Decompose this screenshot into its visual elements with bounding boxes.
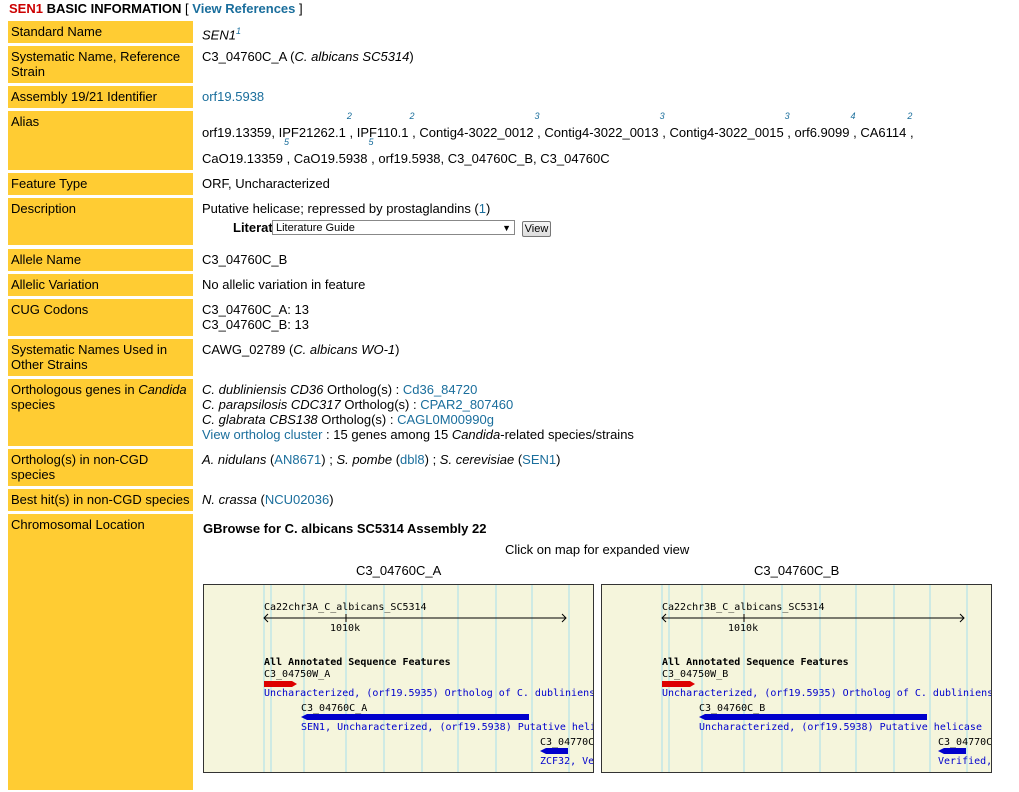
description-ref-link[interactable]: 1 [479, 201, 486, 216]
expand-hint: Click on map for expanded view [505, 542, 690, 557]
feature-desc: SEN1, Uncharacterized, (orf19.5938) Puta… [301, 722, 594, 733]
label-standard-name: Standard Name [8, 21, 193, 43]
alias-item: CaO19.13359 5 [202, 137, 289, 166]
alias-item: IPF110.1 2 [356, 111, 415, 140]
label-non-cgd-orthologs: Ortholog(s) in non-CGD species [8, 449, 193, 486]
view-ortholog-cluster-link[interactable]: View ortholog cluster [202, 427, 322, 442]
ortholog-item: C. dubliniensis CD36 Ortholog(s) : Cd36_… [202, 382, 478, 397]
ortholog-link[interactable]: SEN1 [522, 452, 556, 467]
value-cug-codons-a: C3_04760C_A: 13 [202, 302, 309, 317]
feature-name: C3_04770C [938, 737, 992, 748]
alias-item: Contig4-3022_0012 3 [419, 111, 540, 140]
alias-ref-link[interactable]: 5 [369, 137, 374, 147]
best-hit-link[interactable]: NCU02036 [265, 492, 329, 507]
ortholog-item: C. glabrata CBS138 Ortholog(s) : CAGL0M0… [202, 412, 494, 427]
label-other-strains: Systematic Names Used in Other Strains [8, 339, 193, 376]
feature-bar-blue[interactable] [540, 748, 568, 754]
chromosome-label: Ca22chr3A_C_albicans_SC5314 [264, 602, 427, 613]
alias-item: Contig4-3022_0013 3 [544, 111, 665, 140]
page-title: SEN1 BASIC INFORMATION [ View References… [9, 1, 303, 16]
assembly-id-link[interactable]: orf19.5938 [202, 89, 264, 104]
alias-ref-link[interactable]: 2 [907, 111, 912, 121]
feature-desc: Uncharacterized, (orf19.5935) Ortholog o… [264, 688, 594, 699]
value-description: Putative helicase; repressed by prostagl… [202, 201, 491, 216]
alias-item: orf6.9099 4 [794, 111, 856, 140]
panel-a-caption: C3_04760C_A [356, 563, 442, 578]
panel-b-caption: C3_04760C_B [754, 563, 840, 578]
alias-line-2: CaO19.13359 5 , CaO19.5938 5 , orf19.5938,… [202, 137, 610, 166]
feature-name: C3_04750W_A [264, 669, 330, 680]
value-allelic-variation: No allelic variation in feature [202, 277, 366, 292]
section-title: BASIC INFORMATION [46, 1, 182, 16]
alias-ref-link[interactable]: 2 [409, 111, 414, 121]
scale-label: 1010k [728, 623, 758, 634]
feature-bar-blue[interactable] [301, 714, 529, 720]
feature-name: C3_04760C_B [699, 703, 765, 714]
track-title: All Annotated Sequence Features [264, 657, 451, 668]
alias-item: orf19.5938, C3_04760C_B, C3_04760C [378, 151, 610, 166]
ortholog-item: C. parapsilosis CDC317 Ortholog(s) : CPA… [202, 397, 514, 412]
alias-item: CA6114 2 [860, 111, 913, 140]
feature-name: C3_04750W_B [662, 669, 728, 680]
value-non-cgd-orthologs: A. nidulans (AN8671) ; S. pombe (dbl8) ;… [202, 452, 561, 467]
scale-label: 1010k [330, 623, 360, 634]
alias-ref-link[interactable]: 3 [785, 111, 790, 121]
literature-select[interactable]: Literature Guide ▼ [272, 220, 515, 235]
chromosome-label: Ca22chr3B_C_albicans_SC5314 [662, 602, 825, 613]
label-assembly-id: Assembly 19/21 Identifier [8, 86, 193, 108]
feature-name: C3_04770C [540, 737, 594, 748]
feature-bar-red[interactable] [662, 681, 695, 687]
ortholog-link[interactable]: AN8671 [274, 452, 321, 467]
view-button[interactable]: View [522, 221, 551, 237]
alias-ref-link[interactable]: 4 [850, 111, 855, 121]
label-orthologous-genes: Orthologous genes in Candida species [8, 379, 193, 446]
value-allele-name: C3_04760C_B [202, 252, 288, 267]
ortholog-link[interactable]: Cd36_84720 [403, 382, 477, 397]
alias-ref-link[interactable]: 2 [347, 111, 352, 121]
label-feature-type: Feature Type [8, 173, 193, 195]
value-feature-type: ORF, Uncharacterized [202, 176, 330, 191]
label-alias: Alias [8, 111, 193, 170]
alias-ref-link[interactable]: 5 [284, 137, 289, 147]
feature-desc: ZCF32, Ve [540, 756, 594, 767]
value-other-strains: CAWG_02789 (C. albicans WO-1) [202, 342, 400, 357]
alias-ref-link[interactable]: 3 [660, 111, 665, 121]
ortholog-link[interactable]: CAGL0M00990g [397, 412, 494, 427]
label-cug-codons: CUG Codons [8, 299, 193, 336]
ref-link[interactable]: 1 [236, 26, 241, 36]
feature-bar-blue[interactable] [938, 748, 966, 754]
feature-name: C3_04760C_A [301, 703, 367, 714]
value-cug-codons-b: C3_04760C_B: 13 [202, 317, 309, 332]
gbrowse-map-b[interactable]: Ca22chr3B_C_albicans_SC5314 1010k All An… [601, 584, 992, 773]
label-systematic-name: Systematic Name, Reference Strain [8, 46, 193, 83]
alias-line-1: orf19.13359, IPF21262.1 2 , IPF110.1 2 , C… [202, 111, 914, 140]
alias-item: Contig4-3022_0015 3 [669, 111, 790, 140]
gbrowse-map-a[interactable]: Ca22chr3A_C_albicans_SC5314 1010k All An… [203, 584, 594, 773]
alias-item: CaO19.5938 5 [293, 137, 374, 166]
chevron-down-icon: ▼ [502, 223, 511, 233]
label-best-hit: Best hit(s) in non-CGD species [8, 489, 193, 511]
label-chromosomal-location: Chromosomal Location [8, 514, 193, 790]
feature-bar-red[interactable] [264, 681, 297, 687]
feature-desc: Verified, [938, 756, 992, 767]
alias-item: orf19.13359 [202, 125, 272, 140]
ortholog-cluster: View ortholog cluster : 15 genes among 1… [202, 427, 634, 442]
value-assembly-id: orf19.5938 [202, 89, 264, 104]
label-description: Description [8, 198, 193, 245]
gbrowse-title: GBrowse for C. albicans SC5314 Assembly … [203, 521, 487, 536]
feature-bar-blue[interactable] [699, 714, 927, 720]
value-best-hit: N. crassa (NCU02036) [202, 492, 334, 507]
view-references-link[interactable]: View References [192, 1, 295, 16]
gene-name: SEN1 [9, 1, 43, 16]
feature-desc: Uncharacterized, (orf19.5938) Putative h… [699, 722, 982, 733]
value-standard-name: SEN11 [202, 26, 241, 43]
value-systematic-name: C3_04760C_A (C. albicans SC5314) [202, 49, 414, 64]
ortholog-link[interactable]: dbl8 [400, 452, 425, 467]
feature-desc: Uncharacterized, (orf19.5935) Ortholog o… [662, 688, 992, 699]
label-allele-name: Allele Name [8, 249, 193, 271]
ortholog-link[interactable]: CPAR2_807460 [420, 397, 513, 412]
label-allelic-variation: Allelic Variation [8, 274, 193, 296]
alias-ref-link[interactable]: 3 [535, 111, 540, 121]
track-title: All Annotated Sequence Features [662, 657, 849, 668]
